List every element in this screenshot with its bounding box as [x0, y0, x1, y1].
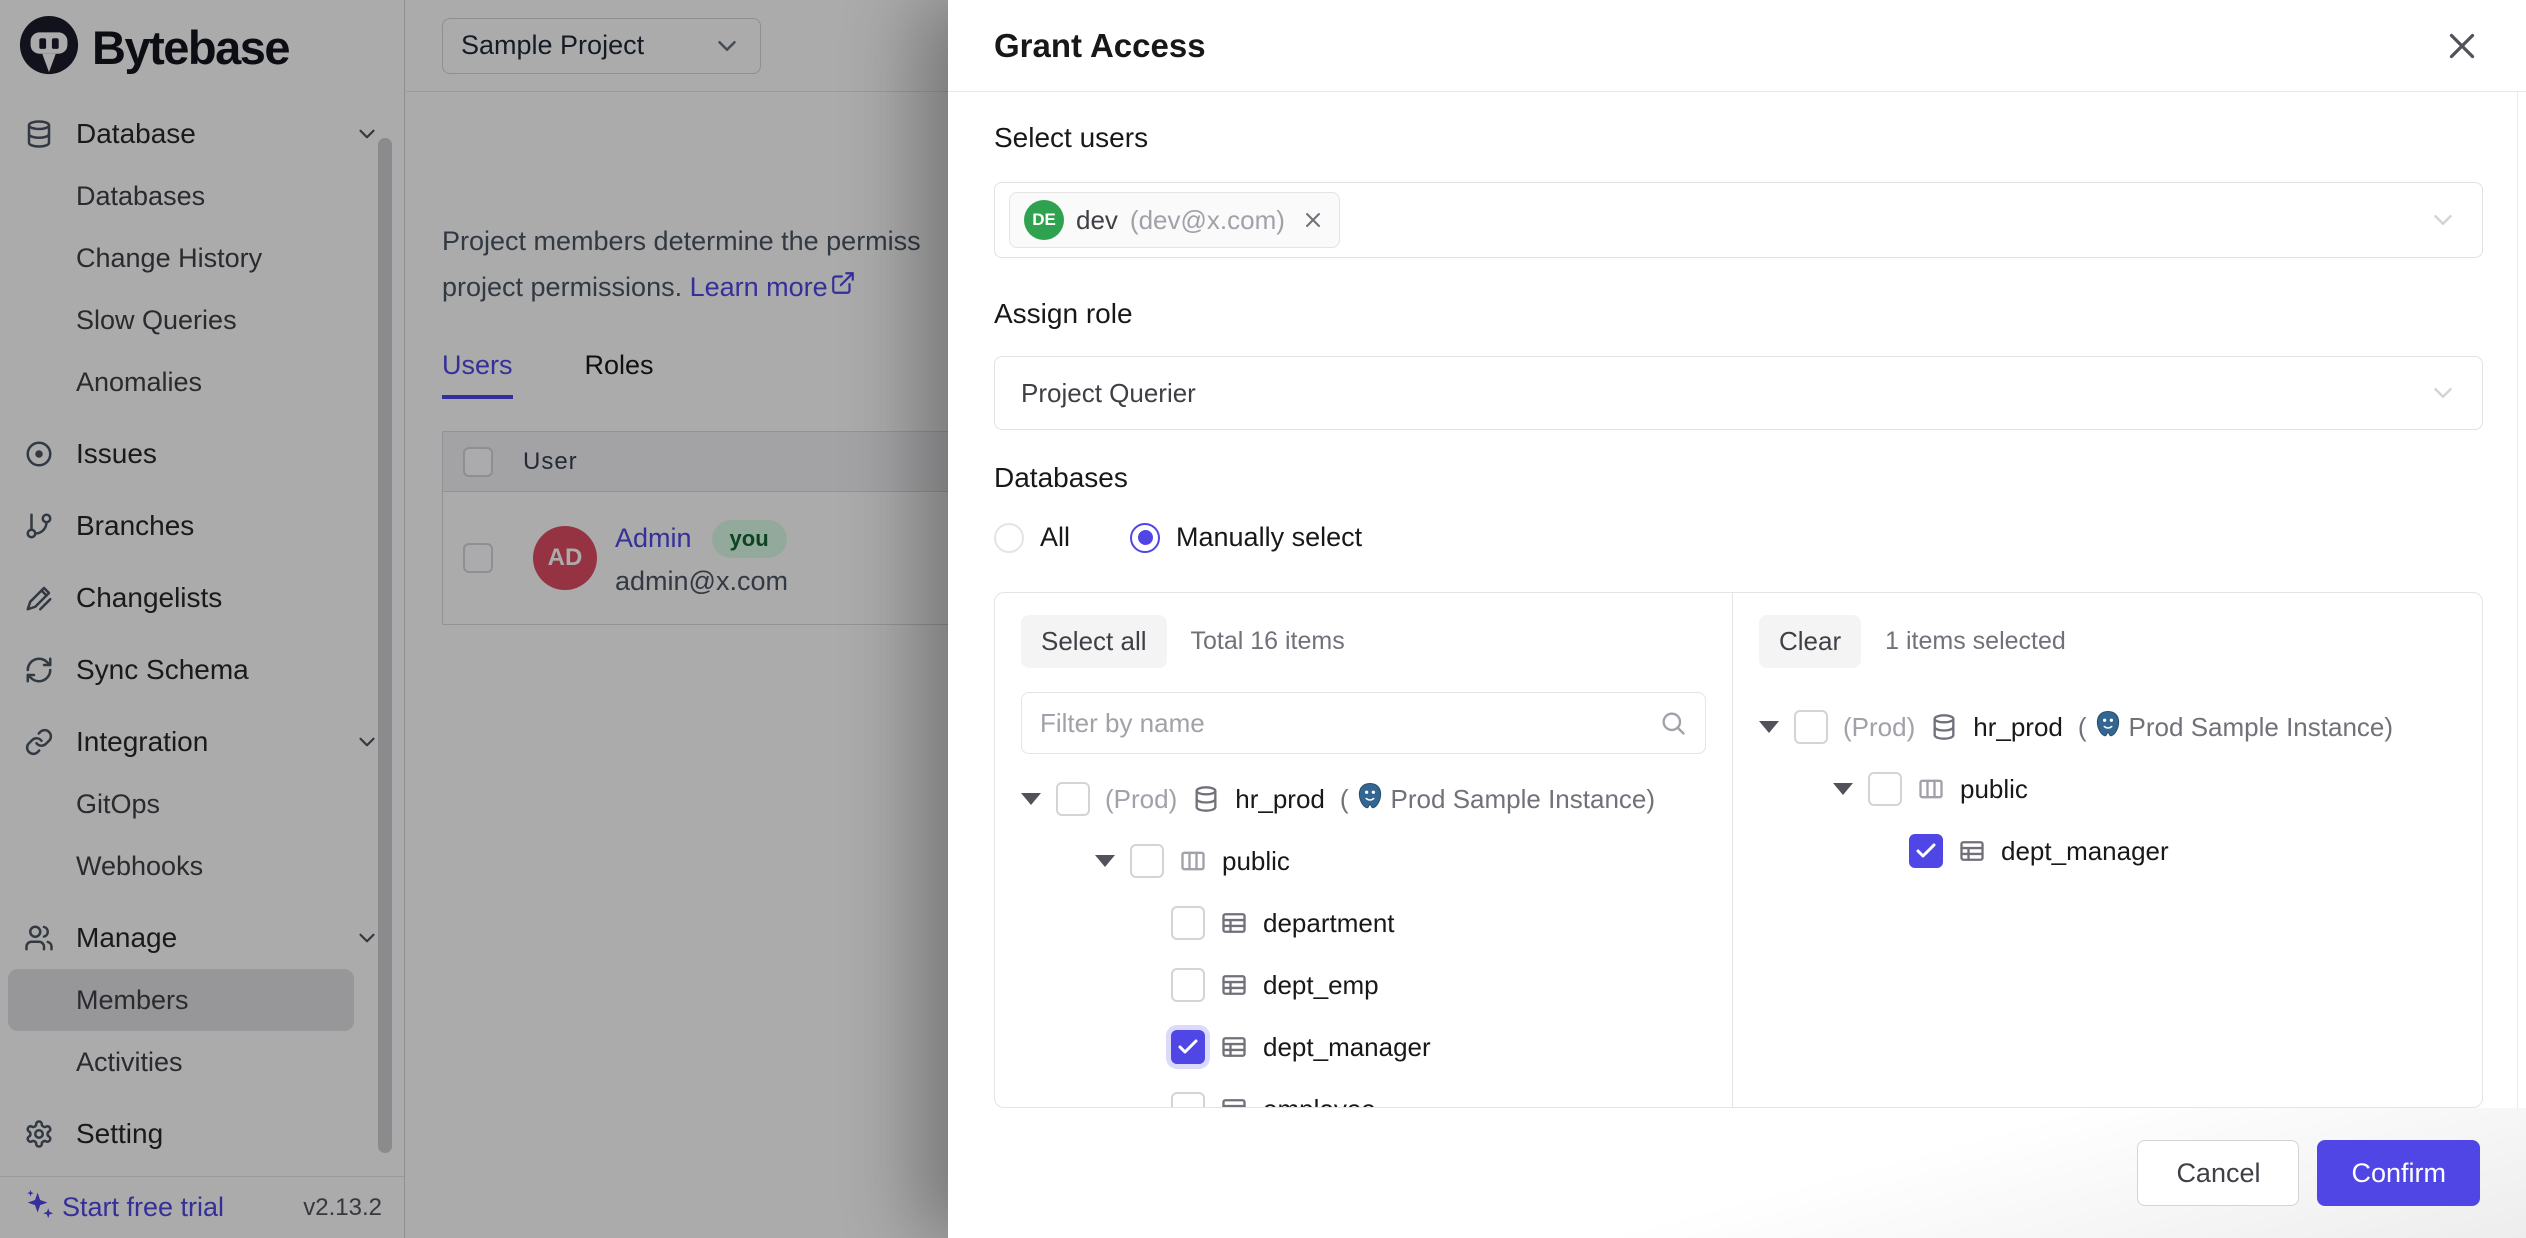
- app: Bytebase Database Databases Change Histo…: [0, 0, 2526, 1238]
- database-icon: [1192, 785, 1220, 813]
- database-scope-radios: All Manually select: [994, 522, 1362, 553]
- tree-row-dept-emp[interactable]: dept_emp: [1021, 954, 1706, 1016]
- postgres-icon: [2093, 709, 2123, 746]
- checkbox[interactable]: [1171, 968, 1205, 1002]
- tree-row-dept-manager[interactable]: dept_manager: [1759, 820, 2456, 882]
- assign-role-select[interactable]: Project Querier: [994, 356, 2483, 430]
- selected-tree: (Prod) hr_prod (Prod Sample Instance) pu…: [1759, 696, 2456, 882]
- checkbox[interactable]: [1794, 710, 1828, 744]
- table-icon: [1958, 837, 1986, 865]
- checkbox[interactable]: [1056, 782, 1090, 816]
- cancel-button[interactable]: Cancel: [2137, 1140, 2299, 1206]
- tree-row-public[interactable]: public: [1759, 758, 2456, 820]
- select-users-label: Select users: [994, 122, 1148, 154]
- table-icon: [1220, 909, 1248, 937]
- checkbox-checked[interactable]: [1171, 1030, 1205, 1064]
- radio-all[interactable]: All: [994, 522, 1070, 553]
- tree-row-public[interactable]: public: [1021, 830, 1706, 892]
- radio-icon: [994, 523, 1024, 553]
- modal-backdrop[interactable]: [0, 0, 948, 1238]
- user-chip: DE dev (dev@x.com): [1009, 192, 1340, 248]
- caret-down-icon[interactable]: [1095, 855, 1115, 867]
- tree-row-dept-manager[interactable]: dept_manager: [1021, 1016, 1706, 1078]
- chevron-down-icon: [2428, 378, 2458, 408]
- modal-footer: Cancel Confirm: [948, 1108, 2526, 1238]
- picker-selected-pane: Clear 1 items selected (Prod) hr_prod (P…: [1733, 593, 2482, 1107]
- caret-down-icon[interactable]: [1759, 721, 1779, 733]
- confirm-button[interactable]: Confirm: [2317, 1140, 2480, 1206]
- table-icon: [1220, 1095, 1248, 1108]
- search-icon: [1659, 709, 1687, 737]
- checkbox[interactable]: [1130, 844, 1164, 878]
- radio-selected-icon: [1130, 523, 1160, 553]
- total-items-label: Total 16 items: [1191, 627, 1345, 656]
- checkbox[interactable]: [1868, 772, 1902, 806]
- databases-label: Databases: [994, 462, 1128, 494]
- avatar: DE: [1024, 200, 1064, 240]
- postgres-icon: [1355, 781, 1385, 818]
- assign-role-label: Assign role: [994, 298, 1133, 330]
- close-icon[interactable]: [2444, 28, 2480, 64]
- modal-title: Grant Access: [994, 27, 1206, 65]
- schema-icon: [1917, 775, 1945, 803]
- remove-user-icon[interactable]: [1301, 208, 1325, 232]
- source-tree: (Prod) hr_prod (Prod Sample Instance) pu…: [1021, 768, 1706, 1108]
- tree-row-employee[interactable]: employee: [1021, 1078, 1706, 1108]
- caret-down-icon[interactable]: [1833, 783, 1853, 795]
- modal-scroll-rail[interactable]: [2517, 92, 2518, 1238]
- checkbox[interactable]: [1171, 1092, 1205, 1108]
- picker-source-pane: Select all Total 16 items (Prod) hr_prod…: [995, 593, 1733, 1107]
- clear-button[interactable]: Clear: [1759, 615, 1861, 668]
- table-icon: [1220, 971, 1248, 999]
- modal-header: Grant Access: [948, 0, 2526, 92]
- schema-icon: [1179, 847, 1207, 875]
- database-icon: [1930, 713, 1958, 741]
- tree-row-hr-prod[interactable]: (Prod) hr_prod (Prod Sample Instance): [1021, 768, 1706, 830]
- checkbox-checked[interactable]: [1909, 834, 1943, 868]
- table-icon: [1220, 1033, 1248, 1061]
- select-all-button[interactable]: Select all: [1021, 615, 1167, 668]
- filter-input-wrap: [1021, 692, 1706, 754]
- filter-input[interactable]: [1040, 708, 1659, 739]
- caret-down-icon[interactable]: [1021, 793, 1041, 805]
- database-picker: Select all Total 16 items (Prod) hr_prod…: [994, 592, 2483, 1108]
- tree-row-hr-prod[interactable]: (Prod) hr_prod (Prod Sample Instance): [1759, 696, 2456, 758]
- select-users-input[interactable]: DE dev (dev@x.com): [994, 182, 2483, 258]
- selected-items-label: 1 items selected: [1885, 627, 2066, 656]
- tree-row-department[interactable]: department: [1021, 892, 1706, 954]
- chevron-down-icon: [2428, 205, 2458, 235]
- checkbox[interactable]: [1171, 906, 1205, 940]
- grant-access-modal: Grant Access Select users DE dev (dev@x.…: [948, 0, 2526, 1238]
- radio-manually-select[interactable]: Manually select: [1130, 522, 1362, 553]
